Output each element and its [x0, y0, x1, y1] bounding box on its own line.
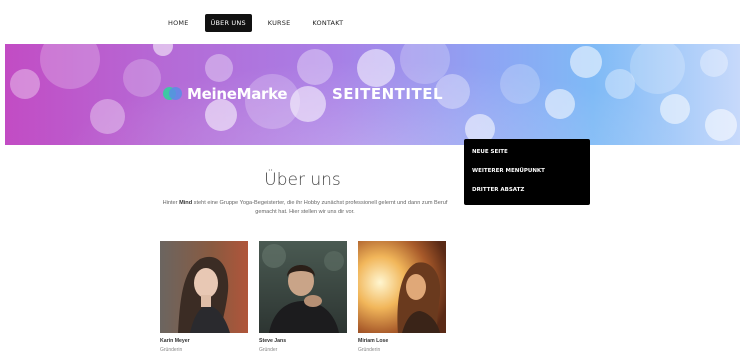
nav-item-kurse[interactable]: KURSE	[262, 14, 297, 32]
nav-item-home[interactable]: HOME	[162, 14, 195, 32]
brand-name: MeineMarke	[187, 85, 288, 103]
team-member-role: Gründerin	[358, 347, 381, 353]
dropdown-item-neue-seite[interactable]: NEUE SEITE	[472, 147, 582, 166]
team-grid: Karin Meyer Gründerin Steve Jans Gründer	[160, 241, 457, 353]
page-hero-title: SEITENTITEL	[332, 85, 444, 103]
main-navigation: HOME ÜBER UNS KURSE KONTAKT	[162, 13, 359, 33]
nav-item-kontakt[interactable]: KONTAKT	[306, 14, 349, 32]
hero-banner: MeineMarke SEITENTITEL	[5, 44, 740, 145]
team-member-card: Steve Jans Gründer	[259, 241, 347, 353]
team-member-name: Steve Jans	[259, 338, 287, 344]
brand-logo-icon	[163, 84, 183, 104]
team-member-card: Karin Meyer Gründerin	[160, 241, 248, 353]
team-member-photo	[160, 241, 248, 333]
team-member-card: Miriam Lose Gründerin	[358, 241, 446, 353]
team-member-photo	[358, 241, 446, 333]
team-member-role: Gründer	[259, 347, 278, 353]
brand-logo[interactable]: MeineMarke	[163, 84, 288, 104]
intro-text-after: steht eine Gruppe Yoga-Begeisterter, die…	[192, 200, 448, 215]
team-member-role: Gründerin	[160, 347, 183, 353]
team-member-name: Karin Meyer	[160, 338, 190, 344]
page-title: Über uns	[264, 170, 341, 190]
team-member-name: Miriam Lose	[358, 338, 389, 344]
intro-text-before: Hinter	[162, 200, 180, 206]
nav-item-ueber-uns[interactable]: ÜBER UNS	[204, 14, 252, 32]
intro-text-brand: Mind	[179, 200, 193, 206]
intro-text: Hinter Mind steht eine Gruppe Yoga-Begei…	[155, 199, 455, 217]
team-member-photo	[259, 241, 347, 333]
